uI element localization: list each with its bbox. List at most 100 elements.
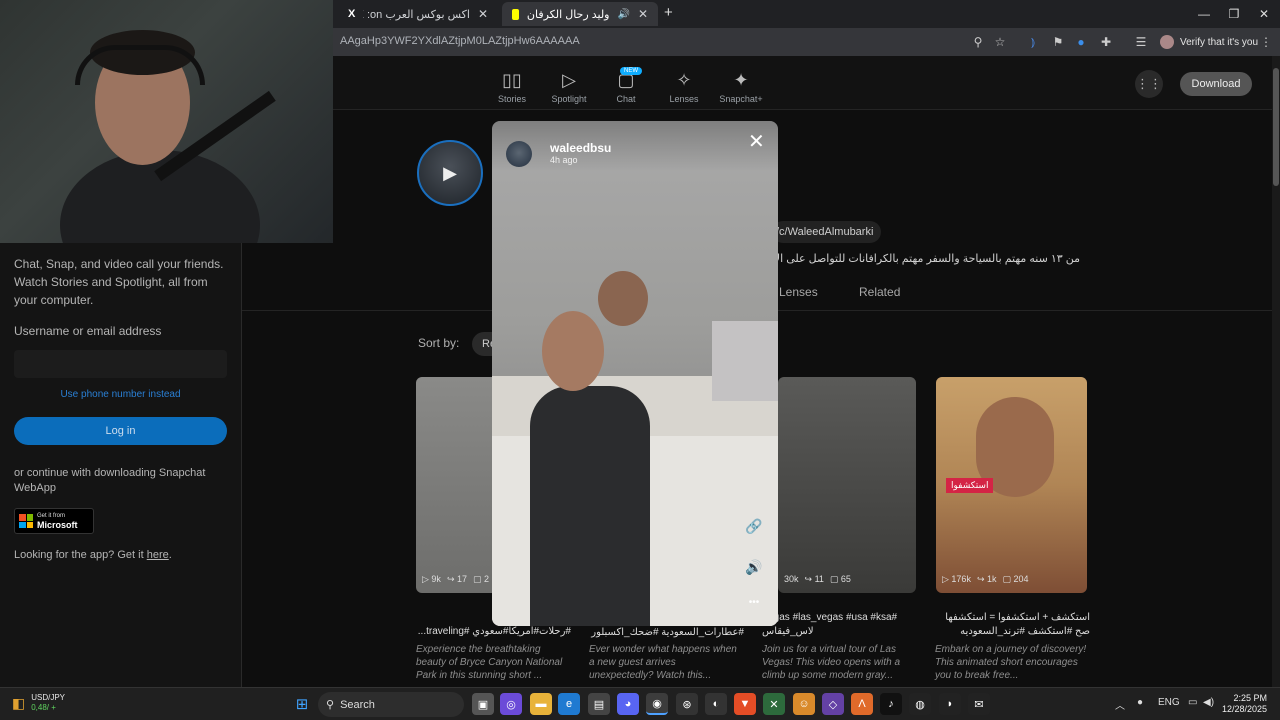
- copilot-icon[interactable]: ◎: [500, 693, 522, 715]
- stock-icon: ◧: [12, 694, 26, 711]
- card-title[interactable]: #ﻋﻄﺎﺭﺍﺕ_السعودية #ضحك_اكسبلور: [589, 626, 744, 640]
- login-panel: [0, 243, 242, 687]
- tray-chevron-icon[interactable]: ︿: [1115, 697, 1125, 712]
- extension-icon[interactable]: ⚑: [1050, 34, 1066, 50]
- network-icon[interactable]: ▭: [1188, 697, 1197, 708]
- windows-taskbar: ◧ USD/JPY 0,48/ + ⊞ ⚲ Search ▣ ◎ ▬ e ▤ ◕…: [0, 687, 1280, 720]
- menu-kebab-icon[interactable]: ⋮: [1258, 34, 1274, 50]
- app-link[interactable]: here: [147, 549, 169, 561]
- app-icon[interactable]: ◗: [939, 693, 961, 715]
- tab-related[interactable]: Related: [859, 285, 900, 299]
- card-stats: 30k ↪ 11 ▢ 65: [784, 574, 851, 584]
- browser-tab[interactable]: X اكس بوكس العرب X :on"بعد شه ✕: [338, 2, 498, 26]
- app-icon[interactable]: ⊛: [676, 693, 698, 715]
- url-field[interactable]: AAgaHp3YWF2YXdlAZtjpM0LAZtjpHw6AAAAAA: [340, 35, 580, 47]
- card-title[interactable]: استكشف + استكشفوا = استكشفها صح #استكشف …: [935, 611, 1090, 639]
- extension-icon[interactable]: ⦆: [1025, 34, 1041, 50]
- story-viewer-modal[interactable]: waleedbsu 4h ago ✕ 🔗 🔊 •••: [492, 121, 778, 626]
- nav-stories[interactable]: ▯▯ Stories: [482, 70, 542, 104]
- volume-icon[interactable]: ◀): [1203, 697, 1214, 708]
- tab-lenses[interactable]: Lenses: [779, 285, 818, 299]
- download-button[interactable]: Download: [1180, 72, 1252, 96]
- stock-symbol: USD/JPY: [31, 693, 66, 702]
- twitch-icon[interactable]: ◇: [822, 693, 844, 715]
- story-author-avatar[interactable]: [506, 141, 532, 167]
- profile-handle[interactable]: /c/WaleedAlmubarki: [772, 221, 882, 243]
- nav-snapchat-plus[interactable]: ✦ Snapchat+: [711, 70, 771, 104]
- tiktok-icon[interactable]: ♪: [880, 693, 902, 715]
- restore-button[interactable]: ❐: [1218, 0, 1250, 28]
- snapchat-logo-icon: [512, 8, 519, 20]
- app-promo: Looking for the app? Get it here.: [14, 546, 172, 564]
- store-icon[interactable]: ▤: [588, 693, 610, 715]
- extension-icon[interactable]: ●: [1073, 34, 1089, 50]
- system-clock[interactable]: 2:25 PM 12/28/2025: [1222, 693, 1267, 715]
- edge-icon[interactable]: e: [558, 693, 580, 715]
- app-end: .: [168, 549, 172, 561]
- verify-profile-button[interactable]: Verify that it's you: [1160, 32, 1258, 52]
- stock-widget[interactable]: ◧ USD/JPY 0,48/ +: [12, 693, 65, 713]
- microphone-icon[interactable]: ●: [1137, 697, 1143, 708]
- task-view-icon[interactable]: ▣: [472, 693, 494, 715]
- nav-chat[interactable]: ▢ Chat: [596, 70, 656, 104]
- headphones-icon: [75, 45, 205, 85]
- card-desc: Join us for a virtual tour of Las Vegas!…: [762, 644, 901, 681]
- spotlight-card[interactable]: 30k ↪ 11 ▢ 65: [778, 377, 916, 593]
- login-button[interactable]: Log in: [14, 417, 227, 445]
- ms-name-text: Microsoft: [37, 520, 78, 530]
- app-icon[interactable]: ✉: [968, 693, 990, 715]
- reading-list-icon[interactable]: ☰: [1133, 34, 1149, 50]
- person-body: [60, 150, 260, 243]
- browser-tab-active[interactable]: وليد رحال الكرفان & Lenses 🔊 ✕: [502, 2, 658, 26]
- story-username[interactable]: waleedbsu: [550, 141, 611, 155]
- taskbar-search[interactable]: ⚲ Search: [318, 692, 464, 717]
- close-window-button[interactable]: ✕: [1248, 0, 1280, 28]
- file-explorer-icon[interactable]: ▬: [530, 693, 552, 715]
- new-tab-button[interactable]: +: [664, 4, 673, 21]
- xbox-icon[interactable]: ✕: [763, 693, 785, 715]
- sound-icon[interactable]: 🔊: [742, 555, 766, 579]
- close-tab-icon[interactable]: ✕: [638, 7, 648, 21]
- microsoft-store-button[interactable]: Get it from Microsoft: [14, 508, 94, 534]
- card-desc: Embark on a journey of discovery! This a…: [935, 644, 1087, 681]
- discord-icon[interactable]: ◕: [617, 693, 639, 715]
- phone-number-link[interactable]: Use phone number instead: [14, 389, 227, 400]
- apps-grid-icon[interactable]: ⋮⋮: [1135, 70, 1163, 98]
- zoom-icon[interactable]: ⚲: [970, 34, 986, 50]
- modal-header-shade: [492, 121, 778, 171]
- obs-icon[interactable]: ◍: [909, 693, 931, 715]
- app-icon[interactable]: Λ: [851, 693, 873, 715]
- nav-spotlight[interactable]: ▷ Spotlight: [539, 70, 599, 104]
- close-icon[interactable]: ✕: [748, 129, 765, 154]
- bookmark-star-icon[interactable]: ☆: [992, 34, 1008, 50]
- card-title[interactable]: Vegas #las_vegas #usa #ksa# لاس_فيقاس: [762, 611, 917, 639]
- continue-text: or continue with downloading Snapchat We…: [14, 467, 206, 494]
- windows-start-icon[interactable]: ⊞: [291, 693, 313, 715]
- speaker-icon[interactable]: 🔊: [617, 9, 629, 20]
- nav-label: Snapchat+: [719, 94, 763, 104]
- card-badge: استكشفوا: [946, 478, 994, 493]
- card-stats: ▷ 9k ↪ 17 ▢ 2: [422, 574, 490, 584]
- link-icon[interactable]: 🔗: [742, 514, 766, 538]
- brave-icon[interactable]: ▼: [734, 693, 756, 715]
- app-icon[interactable]: ☺: [793, 693, 815, 715]
- story-bags: [712, 321, 778, 401]
- app-icon[interactable]: ◐: [705, 693, 727, 715]
- nav-lenses[interactable]: ✧ Lenses: [654, 70, 714, 104]
- spotlight-card[interactable]: استكشفوا ▷ 176k ↪ 1k ▢ 204: [936, 377, 1087, 593]
- language-indicator[interactable]: ENG: [1158, 697, 1180, 708]
- minimize-button[interactable]: —: [1188, 0, 1220, 28]
- username-input[interactable]: [14, 350, 227, 378]
- puzzle-icon[interactable]: ✚: [1098, 34, 1114, 50]
- close-tab-icon[interactable]: ✕: [478, 7, 488, 21]
- more-icon[interactable]: •••: [742, 590, 766, 614]
- tab-title: وليد رحال الكرفان & Lenses: [526, 8, 610, 21]
- clock-date: 12/28/2025: [1222, 704, 1268, 714]
- webcam-overlay: [0, 0, 333, 243]
- chrome-icon[interactable]: ◉: [646, 693, 668, 715]
- scrollbar-thumb[interactable]: [1273, 68, 1279, 186]
- nav-label: Lenses: [669, 94, 699, 104]
- profile-avatar[interactable]: ▶: [417, 140, 483, 206]
- card-desc: Experience the breathtaking beauty of Br…: [416, 644, 563, 681]
- card-desc: Ever wonder what happens when a new gues…: [589, 644, 737, 681]
